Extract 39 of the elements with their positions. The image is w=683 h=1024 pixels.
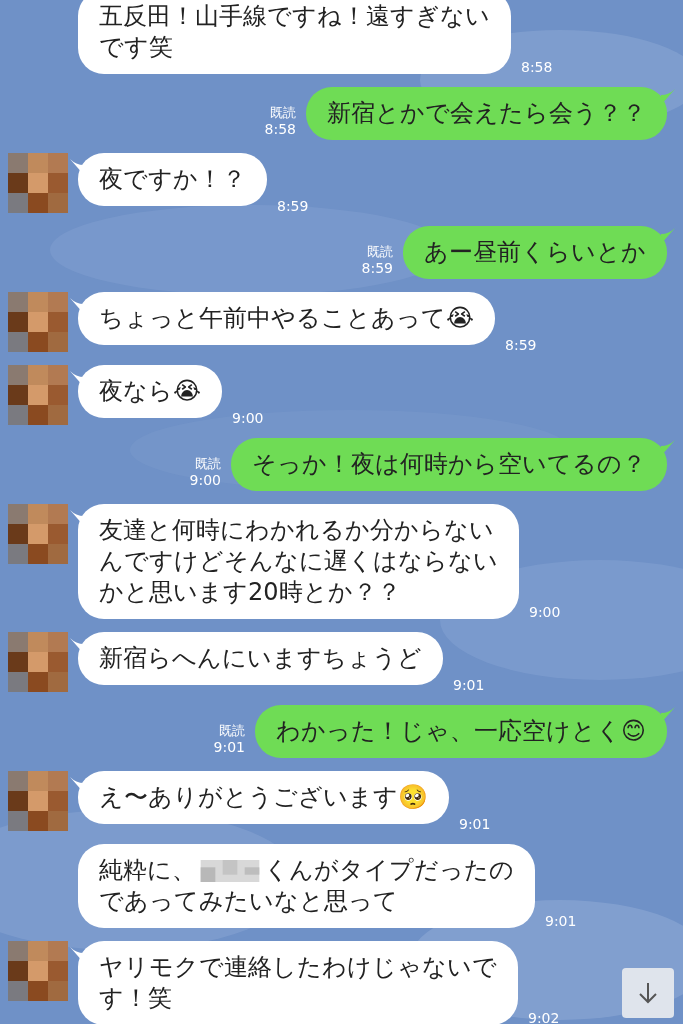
message-time: 8:58 — [521, 58, 553, 77]
read-receipt: 既読 — [367, 243, 393, 260]
message-text: 新宿らへんにいますちょうど — [99, 643, 422, 674]
message-text: 五反田！山手線ですね！遠すぎない — [99, 1, 490, 32]
message-time: 8:59 — [277, 197, 309, 216]
read-receipt: 既読 — [218, 722, 245, 739]
message-text: 夜なら😭 — [99, 376, 202, 407]
message-text: んですけどそんなに遅くはならない — [99, 546, 498, 577]
message-text: 友達と何時にわかれるか分からない — [99, 515, 494, 546]
message-time: 9:01 — [213, 739, 245, 756]
message-text: ヤリモクで連絡したわけじゃないで — [99, 952, 497, 983]
message-text: くんがタイプだったの — [264, 855, 514, 886]
message-time: 8:59 — [505, 336, 537, 355]
message-text: わかった！じゃ、一応空けとく😊 — [275, 716, 646, 747]
message-time: 9:01 — [453, 676, 485, 695]
message-time: 9:02 — [528, 1009, 560, 1024]
message-time: 9:01 — [545, 912, 577, 931]
scroll-down-button[interactable] — [622, 968, 674, 1018]
read-receipt: 既読 — [195, 455, 221, 472]
message-text: す！笑 — [99, 983, 172, 1014]
message-text: であってみたいなと思って — [99, 886, 398, 917]
message-text: そっか！夜は何時から空いてるの？ — [252, 449, 646, 480]
message-time: 9:00 — [232, 409, 264, 428]
message-text: 純粋に、 — [99, 855, 196, 886]
message-text: 夜ですか！？ — [99, 164, 246, 195]
arrow-down-icon — [637, 981, 659, 1005]
message-text: かと思います20時とか？？ — [99, 577, 401, 608]
message-time: 8:59 — [361, 260, 393, 277]
message-time: 9:01 — [459, 815, 491, 834]
message-time: 8:58 — [264, 121, 296, 138]
read-receipt: 既読 — [270, 104, 296, 121]
message-text: です笑 — [99, 32, 173, 63]
message-text: え〜ありがとうございます🥺 — [99, 782, 428, 813]
message-text: 新宿とかで会えたら会う？？ — [327, 98, 646, 129]
message-time: 9:00 — [529, 603, 561, 622]
message-text: ちょっと午前中やることあって😭 — [99, 303, 475, 334]
message-time: 9:00 — [189, 472, 221, 489]
message-text: あー昼前くらいとか — [424, 237, 646, 268]
redacted-name-icon — [198, 859, 262, 882]
